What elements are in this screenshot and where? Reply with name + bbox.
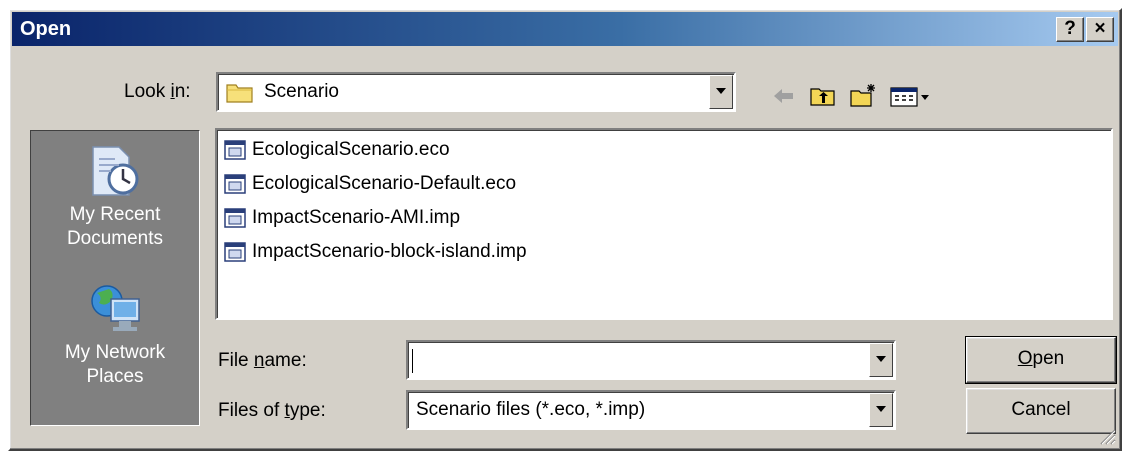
look-in-value: Scenario (264, 81, 339, 102)
places-recent-documents[interactable]: My Recent Documents (31, 143, 199, 251)
back-arrow-icon[interactable] (768, 82, 798, 110)
open-button[interactable]: Open (965, 336, 1117, 384)
places-recent-line2: Documents (66, 228, 164, 249)
file-list[interactable]: EcologicalScenario.eco EcologicalScenari… (215, 128, 1113, 320)
file-icon (224, 208, 246, 228)
look-in-dropdown[interactable]: Scenario (216, 72, 736, 112)
view-menu-icon[interactable] (888, 82, 934, 110)
cancel-button[interactable]: Cancel (966, 388, 1116, 434)
file-name-label: File name: (218, 350, 307, 371)
dialog-title: Open (20, 18, 72, 40)
file-type-value: Scenario files (*.eco, *.imp) (416, 399, 646, 420)
places-recent-line1: My Recent (69, 204, 161, 225)
folder-icon (226, 84, 253, 103)
file-type-label: Files of type: (218, 400, 326, 421)
open-dialog: Open ? × Look in: Scenario My Recent Doc… (8, 8, 1122, 451)
up-one-level-icon[interactable] (808, 82, 838, 110)
file-type-dropdown[interactable]: Scenario files (*.eco, *.imp) (406, 390, 896, 430)
file-name: EcologicalScenario-Default.eco (252, 173, 517, 194)
file-item[interactable]: ImpactScenario-AMI.imp (223, 204, 460, 232)
new-folder-icon[interactable] (848, 82, 878, 110)
places-network-line2: Places (86, 366, 144, 387)
file-name: ImpactScenario-AMI.imp (252, 207, 461, 228)
file-item[interactable]: EcologicalScenario-Default.eco (223, 170, 516, 198)
places-bar: My Recent Documents My Network Places (30, 130, 200, 426)
file-icon (224, 174, 246, 194)
file-name: ImpactScenario-block-island.imp (252, 241, 527, 262)
recent-documents-icon (92, 146, 139, 196)
look-in-dropdown-button[interactable] (709, 75, 733, 109)
file-name-value (412, 349, 413, 373)
places-network-line1: My Network (64, 342, 166, 363)
network-places-icon (91, 285, 140, 331)
file-icon (224, 140, 246, 160)
look-in-label: Look in: (124, 81, 191, 102)
resize-grip-icon[interactable] (1098, 427, 1116, 445)
help-button[interactable]: ? (1056, 17, 1084, 42)
places-network-places[interactable]: My Network Places (31, 281, 199, 389)
close-button[interactable]: × (1086, 17, 1114, 42)
file-name: EcologicalScenario.eco (252, 139, 450, 160)
file-type-dropdown-button[interactable] (869, 393, 893, 427)
file-item[interactable]: ImpactScenario-block-island.imp (223, 238, 527, 266)
file-name-dropdown-button[interactable] (869, 343, 893, 377)
title-bar[interactable]: Open ? × (12, 12, 1118, 46)
file-icon (224, 242, 246, 262)
file-item[interactable]: EcologicalScenario.eco (223, 136, 450, 164)
file-name-input[interactable] (406, 340, 896, 380)
